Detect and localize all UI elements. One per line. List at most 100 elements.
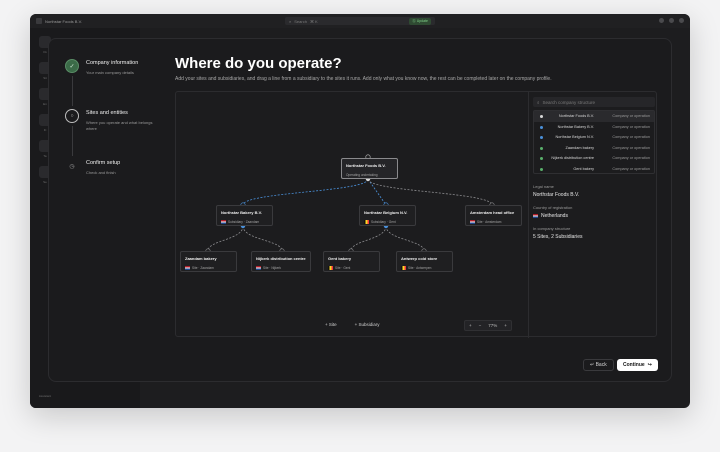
- stepper: ✓ Company information Your main company …: [65, 59, 165, 209]
- flag-nl-icon: [470, 220, 475, 224]
- back-label: ↵ Back: [590, 362, 607, 368]
- node-meta-text: Site · Gent: [335, 266, 351, 270]
- zoom-controls: + − 77% +: [464, 320, 512, 331]
- canvas-toolbar: + Site + Subsidiary: [321, 320, 384, 329]
- node-name: Northstar Foods B.V.: [346, 163, 386, 168]
- node-meta: Subsidiary · Zaandam: [221, 220, 268, 224]
- settings-icon[interactable]: [669, 18, 674, 23]
- clock-icon: ◷: [69, 163, 75, 170]
- node-meta-text: Site · Amsterdam: [477, 220, 502, 224]
- top-bar: Northstar Foods B.V. ⌕ Search ⌘ K Ⓢ Upda…: [30, 14, 690, 28]
- node-meta: Site · Nijkerk: [256, 266, 306, 270]
- node-root[interactable]: Northstar Foods B.V. Operating undertaki…: [341, 158, 398, 179]
- node-meta-text: Operating undertaking: [346, 173, 378, 177]
- structure-list: Northstar Foods B.V. Company or operatio…: [533, 110, 655, 174]
- status-dot-icon: [540, 136, 543, 139]
- step-sites-and-entities[interactable]: ○ Sites and entities Where you operate a…: [65, 109, 165, 159]
- list-item[interactable]: Nijkerk distribution centre Company or o…: [534, 153, 654, 164]
- structure-search-input[interactable]: ⌕ Search company structure: [533, 97, 655, 107]
- flag-nl-icon: [256, 266, 261, 270]
- legal-name-text: Northstar Foods B.V.: [533, 192, 580, 198]
- list-item-type: Company or operation: [612, 166, 650, 171]
- search-icon: ⌕: [289, 18, 292, 24]
- onboarding-modal: ✓ Company information Your main company …: [48, 38, 672, 382]
- user-avatar[interactable]: [679, 18, 684, 23]
- node-site[interactable]: Amsterdam head office Site · Amsterdam: [465, 205, 522, 226]
- node-name: Antwerp cold store: [401, 256, 438, 261]
- structure-value: 5 Sites, 2 Subsidiaries: [533, 234, 582, 240]
- org-logo-icon: [36, 18, 42, 24]
- topbar-actions: [659, 18, 684, 23]
- node-meta: Operating undertaking: [346, 173, 393, 177]
- notifications-icon[interactable]: [659, 18, 664, 23]
- step-subtitle: Where you operate and what belongs where: [86, 120, 153, 131]
- node-name: Nijkerk distribution centre: [256, 256, 306, 261]
- list-item-name: Northstar Bakery B.V.: [557, 124, 594, 129]
- step-confirm-setup[interactable]: ◷ Confirm setup Check and finish: [65, 159, 165, 209]
- org-switcher[interactable]: Northstar Foods B.V.: [36, 18, 82, 24]
- search-icon: ⌕: [537, 99, 540, 105]
- structure-label: In company structure: [533, 226, 571, 231]
- org-name: Northstar Foods B.V.: [45, 18, 82, 24]
- flag-be-icon: [328, 266, 333, 270]
- list-item-type: Company or operation: [612, 124, 650, 129]
- list-item[interactable]: Northstar Bakery B.V. Company or operati…: [534, 122, 654, 133]
- status-dot-icon: [540, 115, 543, 118]
- node-meta-text: Site · Nijkerk: [263, 266, 282, 270]
- flag-nl-icon: [221, 220, 226, 224]
- list-item-name: Nijkerk distribution centre: [551, 156, 594, 161]
- node-name: Amsterdam head office: [470, 210, 515, 215]
- status-dot-icon: [540, 157, 543, 160]
- step-subtitle: Check and finish: [86, 170, 116, 175]
- status-dot-icon: [540, 146, 543, 150]
- details-sidebar: ⌕ Search company structure Northstar Foo…: [528, 92, 658, 338]
- continue-label: Continue: [623, 362, 645, 368]
- continue-button[interactable]: Continue ↪: [617, 359, 658, 371]
- list-item-type: Company or operation: [612, 114, 650, 119]
- list-item[interactable]: Zaandam bakery Company or operation: [534, 143, 654, 154]
- node-subsidiary[interactable]: Northstar Bakery B.V. Subsidiary · Zaand…: [216, 205, 273, 226]
- flag-be-icon: [364, 220, 369, 224]
- step-company-information[interactable]: ✓ Company information Your main company …: [65, 59, 165, 109]
- node-site[interactable]: Gent bakery Site · Gent: [323, 251, 380, 272]
- zoom-out-button[interactable]: −: [479, 323, 482, 328]
- list-item[interactable]: Gent bakery Company or operation: [534, 164, 654, 175]
- node-site[interactable]: Zaandam bakery Site · Zaandam: [180, 251, 237, 272]
- node-meta: Site · Antwerpen: [401, 266, 448, 270]
- list-item[interactable]: Northstar Foods B.V. Company or operatio…: [534, 111, 654, 122]
- list-item-type: Company or operation: [612, 145, 650, 150]
- list-item-name: Zaandam bakery: [565, 145, 595, 150]
- node-meta: Site · Amsterdam: [470, 220, 517, 224]
- assistant-button[interactable]: Assistant: [30, 394, 60, 398]
- node-meta-text: Subsidiary · Zaandam: [228, 220, 260, 224]
- node-meta-text: Site · Zaandam: [192, 266, 214, 270]
- node-name: Northstar Belgium N.V.: [364, 210, 408, 215]
- flag-nl-icon: [185, 266, 190, 270]
- list-item-name: Northstar Foods B.V.: [558, 114, 594, 119]
- add-site-button[interactable]: + Site: [321, 320, 341, 329]
- fit-view-button[interactable]: +: [504, 323, 507, 328]
- zoom-in-button[interactable]: +: [469, 323, 472, 328]
- country-label: Country of registration: [533, 205, 573, 210]
- node-site[interactable]: Antwerp cold store Site · Antwerpen: [396, 251, 453, 272]
- structure-search-placeholder: Search company structure: [542, 99, 596, 105]
- step-connector: [72, 76, 73, 106]
- add-subsidiary-button[interactable]: + Subsidiary: [351, 320, 384, 329]
- assistant-label: Assistant: [38, 394, 52, 398]
- enter-icon: ↪: [647, 362, 652, 368]
- check-icon: ✓: [65, 59, 79, 73]
- structure-board: Northstar Foods B.V. Operating undertaki…: [175, 91, 658, 338]
- search-shortcut: ⌘ K: [309, 18, 318, 24]
- back-button[interactable]: ↵ Back: [583, 359, 614, 371]
- country-text: Netherlands: [541, 213, 568, 219]
- node-meta: Site · Gent: [328, 266, 375, 270]
- list-item[interactable]: Northstar Belgium N.V. Company or operat…: [534, 132, 654, 143]
- node-name: Gent bakery: [328, 256, 352, 261]
- node-site[interactable]: Nijkerk distribution centre Site · Nijke…: [251, 251, 311, 272]
- update-badge[interactable]: Ⓢ Update: [409, 17, 431, 25]
- structure-canvas[interactable]: Northstar Foods B.V. Operating undertaki…: [176, 92, 528, 338]
- node-subsidiary[interactable]: Northstar Belgium N.V. Subsidiary · Gent: [359, 205, 416, 226]
- flag-nl-icon: [533, 214, 538, 218]
- page-title: Where do you operate?: [175, 55, 342, 72]
- global-search[interactable]: ⌕ Search ⌘ K Ⓢ Update: [285, 17, 435, 25]
